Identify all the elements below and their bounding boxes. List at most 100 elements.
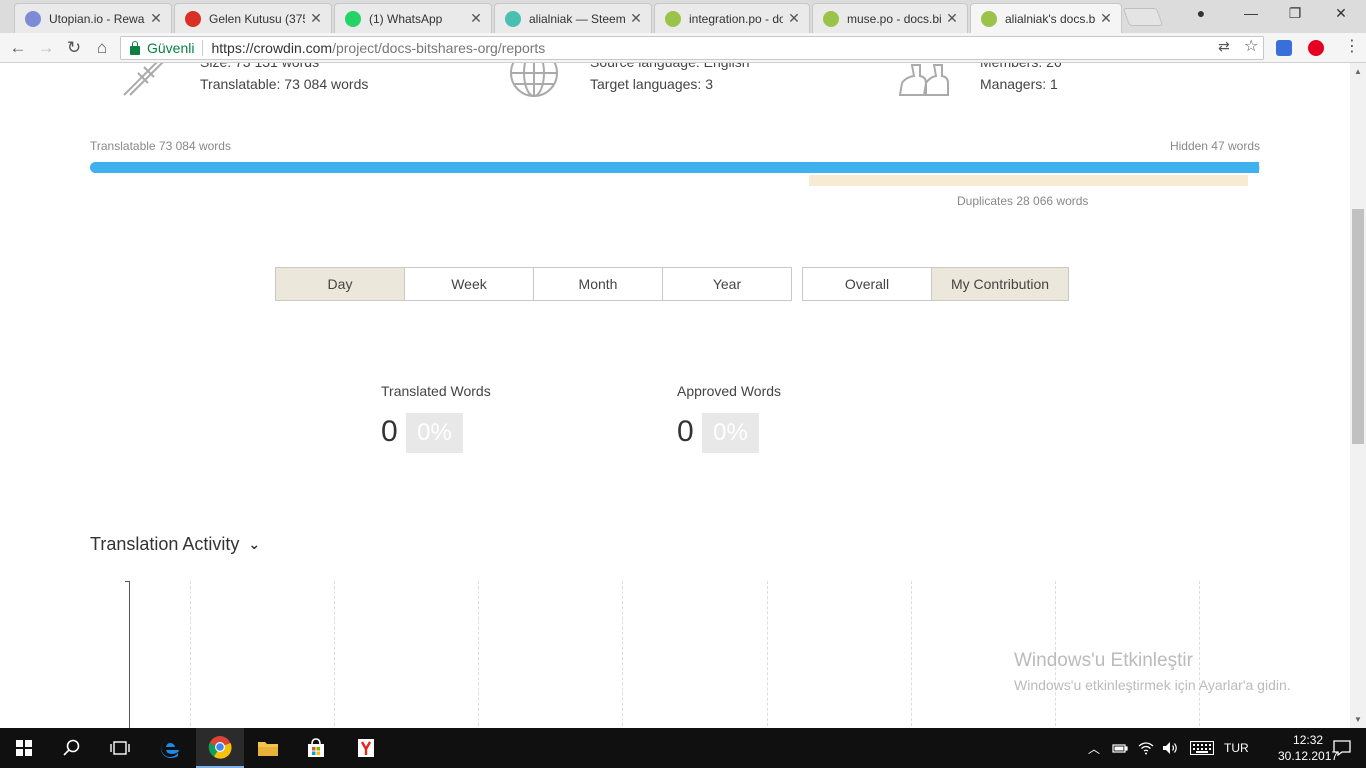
shield-extension-icon[interactable] (1276, 40, 1292, 56)
chrome-taskbar-button[interactable] (196, 728, 244, 768)
browser-tab-strip: Utopian.io - Rewar ✕ Gelen Kutusu (375 ✕ (1)… (0, 0, 1366, 33)
chevron-down-icon: ⌄ (248, 536, 261, 552)
browser-tab[interactable]: alialniak's docs.bit ✕ (970, 3, 1122, 33)
back-button[interactable]: ← (8, 38, 28, 58)
new-tab-button[interactable] (1122, 8, 1164, 26)
windows-activation-watermark: Windows'u Etkinleştir Windows'u etkinleş… (1014, 650, 1291, 693)
close-window-button[interactable]: ✕ (1326, 5, 1356, 22)
show-hidden-icons-icon[interactable]: ︿ (1088, 740, 1100, 757)
tab-close-icon[interactable]: ✕ (149, 10, 163, 27)
chart-gridline (334, 581, 335, 728)
translated-words-percent: 0% (406, 413, 463, 453)
scroll-thumb[interactable] (1352, 209, 1364, 444)
edge-taskbar-button[interactable] (146, 728, 194, 768)
period-week-button[interactable]: Week (404, 267, 534, 301)
translated-words-value: 0 (381, 415, 398, 448)
period-month-button[interactable]: Month (533, 267, 663, 301)
task-view-icon (110, 741, 130, 755)
tab-close-icon[interactable]: ✕ (629, 10, 643, 27)
file-explorer-taskbar-button[interactable] (244, 728, 292, 768)
browser-tab[interactable]: integration.po - do ✕ (654, 3, 810, 33)
chart-gridline (767, 581, 768, 728)
scope-overall-button[interactable]: Overall (802, 267, 932, 301)
duplicates-bar (809, 175, 1249, 186)
translation-activity-title: Translation Activity (90, 534, 240, 554)
battery-icon[interactable] (1112, 742, 1128, 754)
period-year-button[interactable]: Year (662, 267, 792, 301)
tab-title: Utopian.io - Rewar (49, 11, 145, 26)
browser-tab[interactable]: Gelen Kutusu (375 ✕ (174, 3, 332, 33)
crowdin-icon (981, 10, 997, 27)
words-progress-bar (90, 162, 1260, 173)
wifi-icon[interactable] (1138, 741, 1154, 755)
scope-my-contribution-button[interactable]: My Contribution (931, 267, 1069, 301)
translation-activity-toggle[interactable]: Translation Activity ⌄ (90, 534, 260, 555)
url-host: https://crowdin.com (211, 40, 333, 56)
search-button[interactable] (48, 728, 96, 768)
start-button[interactable] (0, 728, 48, 768)
action-center-button[interactable] (1318, 728, 1366, 768)
input-language-indicator[interactable]: TUR (1224, 741, 1249, 755)
tab-close-icon[interactable]: ✕ (945, 10, 959, 27)
members-count: Members: 26 (980, 63, 1062, 73)
hidden-label: Hidden 47 words (1169, 139, 1260, 153)
yandex-browser-icon (358, 739, 374, 757)
url-path: /project/docs-bitshares-org/reports (332, 40, 546, 56)
approved-words-label: Approved Words (677, 383, 782, 399)
translate-pen-icon (123, 63, 164, 96)
system-tray: ︿ TUR (1088, 728, 1249, 768)
task-view-button[interactable] (96, 728, 144, 768)
browser-tab[interactable]: (1) WhatsApp ✕ (334, 3, 492, 33)
tab-title: alialniak's docs.bit (1005, 11, 1095, 26)
windows-logo-icon (16, 740, 32, 756)
reload-button[interactable]: ↻ (64, 38, 84, 58)
yandex-taskbar-button[interactable] (342, 728, 390, 768)
forward-button[interactable]: → (36, 38, 56, 58)
browser-tab[interactable]: Utopian.io - Rewar ✕ (14, 3, 172, 33)
tab-close-icon[interactable]: ✕ (787, 10, 801, 27)
watermark-title: Windows'u Etkinleştir (1014, 650, 1193, 671)
lock-icon (130, 40, 140, 55)
utopian-icon (25, 10, 41, 27)
period-button-group: Day Week Month Year (275, 267, 792, 301)
crowdin-icon (823, 10, 839, 27)
chart-gridline (622, 581, 623, 728)
translate-icon[interactable]: ⇄ (1218, 38, 1230, 55)
tab-close-icon[interactable]: ✕ (1099, 10, 1113, 27)
browser-toolbar: ← → ↻ ⌂ Güvenli https://crowdin.com/proj… (0, 33, 1366, 63)
menu-icon[interactable]: ⋮ (1344, 36, 1360, 56)
translatable-fill (90, 162, 1260, 173)
chart-y-axis (125, 581, 130, 728)
store-taskbar-button[interactable] (292, 728, 340, 768)
minimize-button[interactable]: — (1236, 5, 1266, 21)
page-content: Size: 73 131 words Translatable: 73 084 … (0, 63, 1350, 728)
whatsapp-icon (345, 10, 361, 27)
scroll-down-arrow[interactable]: ▼ (1354, 715, 1362, 724)
volume-icon[interactable] (1162, 741, 1180, 755)
tab-title: integration.po - do (689, 11, 783, 26)
store-bag-icon (308, 738, 324, 757)
account-icon[interactable]: ● (1186, 5, 1216, 21)
notification-icon (1333, 740, 1351, 756)
globe-icon (510, 63, 558, 97)
keyboard-icon[interactable] (1190, 741, 1215, 755)
pinterest-icon[interactable] (1308, 40, 1324, 56)
project-translatable: Translatable: 73 084 words (200, 76, 369, 92)
browser-tab[interactable]: muse.po - docs.bit ✕ (812, 3, 968, 33)
tab-close-icon[interactable]: ✕ (469, 10, 483, 27)
approved-words-percent: 0% (702, 413, 759, 453)
tab-close-icon[interactable]: ✕ (309, 10, 323, 27)
browser-tab[interactable]: alialniak — Steemi ✕ (494, 3, 652, 33)
restore-button[interactable]: ❐ (1280, 5, 1310, 22)
scroll-up-arrow[interactable]: ▲ (1354, 67, 1362, 76)
bookmark-star-icon[interactable]: ☆ (1244, 36, 1258, 56)
page-scrollbar[interactable]: ▲ ▼ (1350, 63, 1366, 728)
tab-title: Gelen Kutusu (375 (209, 11, 305, 26)
chart-gridline (911, 581, 912, 728)
project-size: Size: 73 131 words (200, 63, 368, 73)
duplicates-label: Duplicates 28 066 words (957, 194, 1089, 208)
period-day-button[interactable]: Day (275, 267, 405, 301)
chart-gridline (478, 581, 479, 728)
address-bar[interactable]: Güvenli https://crowdin.com/project/docs… (120, 36, 1264, 60)
home-button[interactable]: ⌂ (92, 38, 112, 58)
